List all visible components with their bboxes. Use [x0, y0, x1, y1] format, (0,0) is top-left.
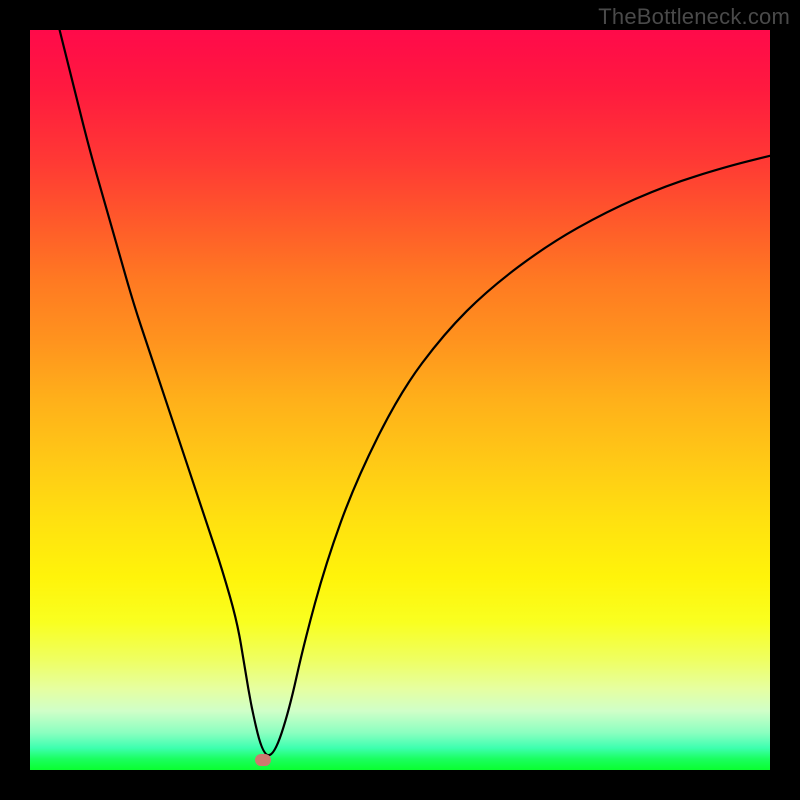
minimum-marker [255, 754, 271, 766]
bottleneck-curve [30, 30, 770, 770]
chart-container: TheBottleneck.com [0, 0, 800, 800]
plot-area [30, 30, 770, 770]
watermark-text: TheBottleneck.com [598, 4, 790, 30]
